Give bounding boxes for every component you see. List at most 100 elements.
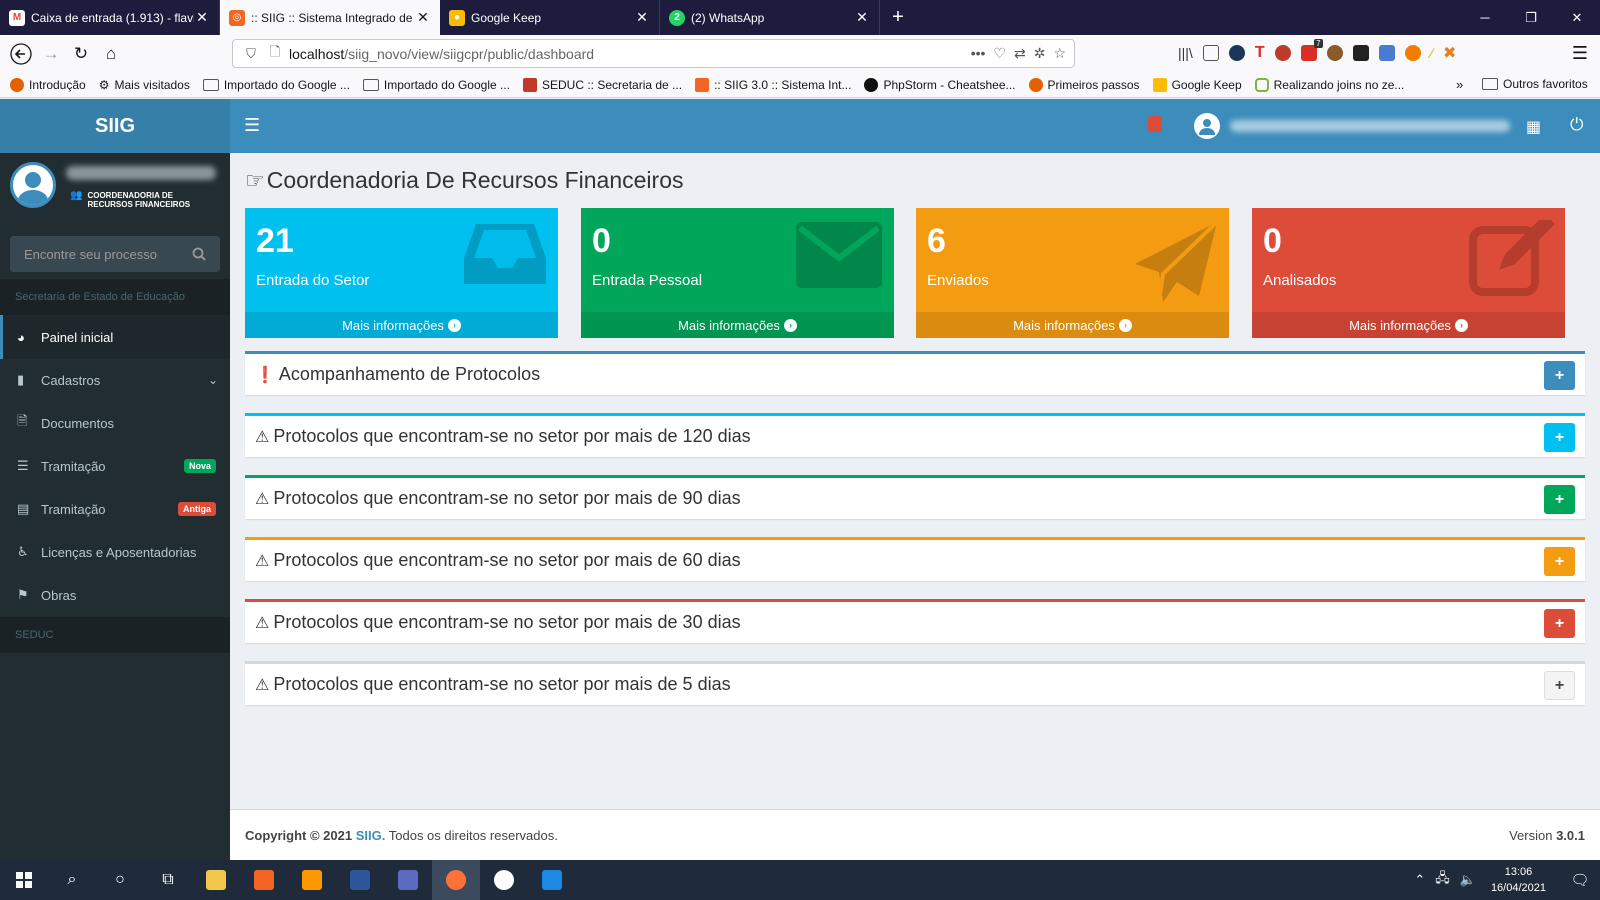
translate-icon[interactable]: ⇄ [1014, 45, 1026, 62]
close-window-icon[interactable]: ✕ [1554, 0, 1600, 35]
firefox-icon [10, 77, 24, 92]
sidebar-search[interactable]: Encontre seu processo [10, 236, 220, 272]
network-icon[interactable]: 🖧 [1435, 869, 1450, 891]
user-menu[interactable] [1194, 113, 1510, 139]
bookmark-item[interactable]: Google Keep [1152, 77, 1242, 92]
close-tab-icon[interactable]: ✕ [634, 9, 650, 26]
bookmark-item[interactable]: PhpStorm - Cheatshee... [864, 77, 1016, 92]
pocket-icon[interactable]: ♡ [993, 45, 1006, 62]
fire-icon[interactable] [1404, 45, 1421, 61]
screen-icon[interactable] [1352, 45, 1369, 61]
close-tab-icon[interactable]: ✕ [854, 9, 870, 26]
shield-icon[interactable]: ⛉ [241, 46, 261, 62]
translate-ext-icon[interactable] [1378, 45, 1395, 61]
logout-icon[interactable]: ⏻ [1570, 115, 1583, 135]
panel-title: ⚠ Protocolos que encontram-se no setor po… [255, 426, 751, 446]
bookmark-item[interactable]: Introdução [10, 77, 86, 92]
file-explorer-icon[interactable] [192, 860, 240, 900]
browser-menu-icon[interactable]: ☰ [1572, 43, 1588, 64]
forward-icon[interactable]: → [36, 39, 66, 69]
bookmark-star-icon[interactable]: ☆ [1053, 45, 1066, 62]
page-info-icon[interactable]: 🗋 [265, 43, 285, 65]
xampp-icon[interactable] [240, 860, 288, 900]
apps-grid-icon[interactable]: ▦ [1526, 117, 1541, 137]
word-icon[interactable] [336, 860, 384, 900]
expand-button[interactable]: + [1544, 671, 1575, 700]
close-tab-icon[interactable]: ✕ [415, 9, 431, 26]
sublime-text-icon[interactable] [288, 860, 336, 900]
notification-icon[interactable] [1148, 116, 1162, 132]
sidebar-icon[interactable] [1202, 45, 1219, 61]
bookmark-item[interactable]: Realizando joins no ze... [1254, 77, 1404, 92]
panel-title: ⚠ Protocolos que encontram-se no setor po… [255, 612, 741, 632]
wand-icon[interactable]: ⁄ [1431, 45, 1433, 61]
bookmarks-overflow-icon[interactable]: » [1456, 77, 1463, 92]
sidebar-item-obras[interactable]: ⚑ Obras [0, 573, 230, 617]
url-text[interactable]: localhost/siig_novo/view/siigcpr/public/… [289, 46, 971, 62]
tools-icon[interactable]: ✖ [1443, 43, 1456, 63]
other-bookmarks[interactable]: Outros favoritos [1482, 77, 1588, 91]
more-info-link[interactable]: Mais informações › [245, 312, 558, 338]
bookmark-item[interactable]: SEDUC :: Secretaria de ... [523, 77, 682, 92]
notifications-icon[interactable]: 🗨 [1560, 871, 1600, 889]
footer-brand-link[interactable]: SIIG. [356, 828, 386, 843]
browser-tab-keep[interactable]: ● Google Keep ✕ [440, 0, 660, 35]
reload-icon[interactable]: ↻ [66, 39, 96, 69]
expand-button[interactable]: + [1544, 361, 1575, 390]
cortana-icon[interactable]: ○ [96, 860, 144, 900]
calendar-icon[interactable]: 7 [1300, 39, 1323, 61]
github-desktop-icon[interactable] [480, 860, 528, 900]
more-info-link[interactable]: Mais informações › [581, 312, 894, 338]
globe-icon[interactable] [1228, 45, 1245, 61]
browser-tab-siig[interactable]: ◎ :: SIIG :: Sistema Integrado de In ✕ [220, 0, 440, 35]
bookmark-folder[interactable]: Importado do Google ... [362, 78, 510, 92]
vscode-icon[interactable] [528, 860, 576, 900]
task-view-icon[interactable]: ⧉ [144, 860, 192, 900]
search-input[interactable]: Encontre seu processo [24, 247, 192, 262]
bookmark-folder[interactable]: Importado do Google ... [202, 78, 350, 92]
more-actions-icon[interactable]: ••• [971, 45, 986, 62]
expand-button[interactable]: + [1544, 609, 1575, 638]
firefox-icon[interactable] [432, 860, 480, 900]
minimize-icon[interactable]: ─ [1462, 0, 1508, 35]
bookmark-item[interactable]: :: SIIG 3.0 :: Sistema Int... [695, 77, 851, 92]
sidebar-item-cadastros[interactable]: ▮ Cadastros ⌄ [0, 358, 230, 402]
close-tab-icon[interactable]: ✕ [194, 9, 210, 26]
library-icon[interactable]: |||\ [1178, 45, 1193, 61]
home-icon[interactable]: ⌂ [96, 39, 126, 69]
clock[interactable]: 13:06 16/04/2021 [1491, 864, 1546, 896]
app-logo[interactable]: SIIG [0, 99, 230, 153]
cookie-icon[interactable] [1326, 45, 1343, 61]
sidebar-item-painel-inicial[interactable]: ◕ Painel inicial [0, 315, 230, 359]
maximize-icon[interactable]: ❐ [1508, 0, 1554, 35]
extension-icon[interactable]: ✲ [1034, 45, 1046, 62]
bookmark-item[interactable]: ⚙ Mais visitados [99, 78, 190, 92]
new-tab-button[interactable]: + [880, 0, 916, 35]
blocker-icon[interactable] [1274, 45, 1291, 61]
stat-number: 0 [1263, 222, 1282, 260]
warning-icon: ⚠ [255, 552, 270, 570]
browser-tab-whatsapp[interactable]: 2 (2) WhatsApp ✕ [660, 0, 880, 35]
bookmark-item[interactable]: Primeiros passos [1028, 77, 1140, 92]
volume-icon[interactable]: 🔈 [1460, 872, 1476, 888]
windows-start-icon[interactable] [0, 860, 48, 900]
typography-icon[interactable]: T [1255, 44, 1265, 62]
chevron-up-icon[interactable]: ⌃ [1414, 872, 1425, 888]
search-icon[interactable]: ⌕ [48, 860, 96, 900]
expand-button[interactable]: + [1544, 423, 1575, 452]
sidebar-item-tramitacao-antiga[interactable]: ▤ Tramitação Antiga [0, 487, 230, 531]
stat-box-analisados: 0 Analisados Mais informações › [1252, 208, 1565, 338]
url-bar[interactable]: ⛉ 🗋 localhost/siig_novo/view/siigcpr/pub… [232, 39, 1075, 68]
sidebar-toggle-icon[interactable]: ☰ [244, 115, 260, 136]
back-icon[interactable] [6, 39, 36, 69]
more-info-link[interactable]: Mais informações › [916, 312, 1229, 338]
search-icon[interactable] [192, 247, 206, 261]
browser-tab-gmail[interactable]: M Caixa de entrada (1.913) - flavic ✕ [0, 0, 220, 35]
sidebar-item-tramitacao-nova[interactable]: ☰ Tramitação Nova [0, 444, 230, 488]
sidebar-item-documentos[interactable]: 🗎 Documentos [0, 401, 230, 445]
network-app-icon[interactable] [384, 860, 432, 900]
expand-button[interactable]: + [1544, 547, 1575, 576]
sidebar-item-licencas[interactable]: ♿ Licenças e Aposentadorias [0, 530, 230, 574]
more-info-link[interactable]: Mais informações › [1252, 312, 1565, 338]
expand-button[interactable]: + [1544, 485, 1575, 514]
